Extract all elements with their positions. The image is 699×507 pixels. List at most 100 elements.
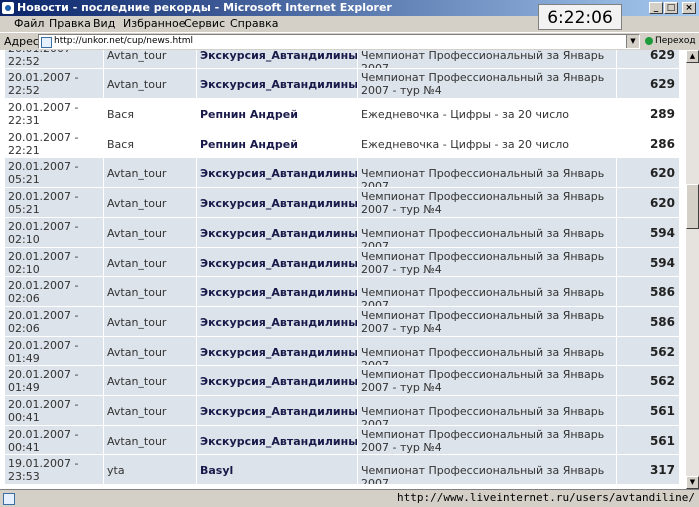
table-row: 20.01.2007 - 22:31 Вася Репнин Андрей Ежедн… [5,99,679,129]
address-input[interactable]: http://unkor.net/cup/news.html ▼ [38,34,640,49]
row-user: yta [104,455,196,484]
row-tour: Чемпионат Профессиональный за Январь 200… [358,366,616,395]
row-user: Avtan_tour [104,395,196,425]
row-user: Вася [107,108,134,122]
table-row: 20.01.2007 - 02:10 Avtan_tour Экскурсия_Ав… [5,217,679,248]
row-score: 629 [617,69,679,99]
page-loaded-icon [3,493,15,505]
window-title: Новости - последние рекорды - Microsoft … [17,1,392,14]
row-team: Экскурсия_Автандилины [197,69,357,99]
row-user: Avtan_tour [104,50,196,69]
row-date: 20.01.2007 - 02:06 [5,277,103,306]
page-icon [41,37,52,48]
row-score: 620 [617,188,679,217]
go-label: Переход [655,36,696,46]
row-score: 594 [617,217,679,247]
row-team: Экскурсия_Автандилины [197,50,357,69]
table-row: 20.01.2007 - 00:41 Avtan_tour Экскурсия_Ав… [5,395,679,426]
row-tour: Ежедневочка - Цифры - за 20 число [361,137,570,151]
row-date: 20.01.2007 - 02:06 [5,306,103,336]
scroll-thumb[interactable] [686,184,699,229]
scroll-up-icon[interactable]: ▲ [686,50,699,63]
row-date: 20.01.2007 - 22:31 [8,101,79,128]
row-team: Экскурсия_Автандилины [197,395,357,425]
row-tour: Чемпионат Профессиональный за Январь 200… [358,455,616,484]
row-score: 629 [617,50,679,69]
row-tour: Чемпионат Профессиональный за Январь 200… [358,247,616,277]
close-button[interactable]: × [682,2,696,14]
row-user: Avtan_tour [104,158,196,188]
clock: 6:22:06 [538,4,622,30]
maximize-button[interactable]: □ [664,2,678,14]
row-date: 20.01.2007 - 02:10 [5,247,103,277]
menu-favorites[interactable]: Избранное [123,16,185,32]
status-url: http://www.liveinternet.ru/users/avtandi… [396,491,695,504]
row-tour: Чемпионат Профессиональный за Январь 200… [358,277,616,306]
menu-help[interactable]: Справка [230,16,278,32]
row-team: Экскурсия_Автандилины [197,336,357,366]
address-url[interactable]: http://unkor.net/cup/news.html [54,35,193,48]
table-row: 20.01.2007 - 01:49 Avtan_tour Экскурсия_Ав… [5,336,679,367]
row-tour: Ежедневочка - Цифры - за 20 число [361,108,570,122]
row-date: 20.01.2007 - 22:52 [5,50,103,69]
menu-view[interactable]: Вид [93,16,115,32]
table-row: 20.01.2007 - 01:49 Avtan_tour Экскурсия_Ав… [5,366,679,396]
row-score: 561 [617,395,679,425]
go-button[interactable]: Переход [643,34,697,49]
menu-file[interactable]: Файл [14,16,44,32]
row-tour: Чемпионат Профессиональный за Январь 200… [358,158,616,188]
menu-tools[interactable]: Сервис [184,16,225,32]
menu-edit[interactable]: Правка [49,16,91,32]
row-date: 20.01.2007 - 01:49 [5,366,103,395]
row-team: Репнин Андрей [200,108,298,122]
row-team: Экскурсия_Автандилины [197,188,357,217]
row-tour: Чемпионат Профессиональный за Январь 200… [358,395,616,425]
row-date: 20.01.2007 - 22:52 [5,69,103,99]
row-score: 594 [617,247,679,277]
row-date: 20.01.2007 - 05:21 [5,188,103,217]
address-label: Адрес [4,35,39,48]
row-tour: Чемпионат Профессиональный за Январь 200… [358,69,616,99]
table-row: 20.01.2007 - 22:21 Вася Репнин Андрей Ежедн… [5,129,679,159]
row-tour: Чемпионат Профессиональный за Январь 200… [358,306,616,336]
row-team: Экскурсия_Автандилины [197,425,357,455]
table-row: 20.01.2007 - 02:06 Avtan_tour Экскурсия_Ав… [5,277,679,307]
row-score: 289 [649,107,675,122]
row-tour: Чемпионат Профессиональный за Январь 200… [358,336,616,366]
chevron-down-icon[interactable]: ▼ [626,35,639,48]
row-team: Basyl [197,455,357,484]
table-row: 20.01.2007 - 02:06 Avtan_tour Экскурсия_Ав… [5,306,679,337]
address-bar: Адрес http://unkor.net/cup/news.html ▼ П… [0,32,699,50]
row-score: 286 [649,136,675,151]
row-score: 561 [617,425,679,455]
row-team: Экскурсия_Автандилины [197,158,357,188]
row-date: 20.01.2007 - 05:21 [5,158,103,188]
row-score: 317 [617,455,679,484]
records-table: 20.01.2007 - 22:57ВасяРепнин АндрейЕжедн… [5,50,679,485]
row-score: 562 [617,336,679,366]
vertical-scrollbar[interactable]: ▲ ▼ [686,50,699,489]
minimize-button[interactable]: _ [649,2,663,14]
row-score: 586 [617,277,679,306]
row-team: Экскурсия_Автандилины [197,306,357,336]
ie-logo-icon [2,2,14,14]
row-user: Avtan_tour [104,425,196,455]
row-user: Avtan_tour [104,306,196,336]
row-team: Репнин Андрей [200,137,298,151]
row-user: Avtan_tour [104,277,196,306]
scroll-down-icon[interactable]: ▼ [686,476,699,489]
table-row: 20.01.2007 - 22:52Avtan_tourЭкскурсия_Ав… [5,69,679,100]
table-row: 20.01.2007 - 05:21 Avtan_tour Экскурсия_Ав… [5,188,679,218]
row-date: 20.01.2007 - 00:41 [5,425,103,455]
row-date: 19.01.2007 - 23:53 [5,455,103,484]
row-team: Экскурсия_Автандилины [197,247,357,277]
row-score: 562 [617,366,679,395]
row-user: Avtan_tour [104,188,196,217]
row-date: 20.01.2007 - 01:49 [5,336,103,366]
table-row: 19.01.2007 - 23:53 yta Basyl Чемпионат Проф… [5,455,679,485]
row-team: Экскурсия_Автандилины [197,277,357,306]
row-team: Экскурсия_Автандилины [197,217,357,247]
row-user: Avtan_tour [104,217,196,247]
row-user: Avtan_tour [104,69,196,99]
table-row: 20.01.2007 - 02:10 Avtan_tour Экскурсия_Ав… [5,247,679,278]
